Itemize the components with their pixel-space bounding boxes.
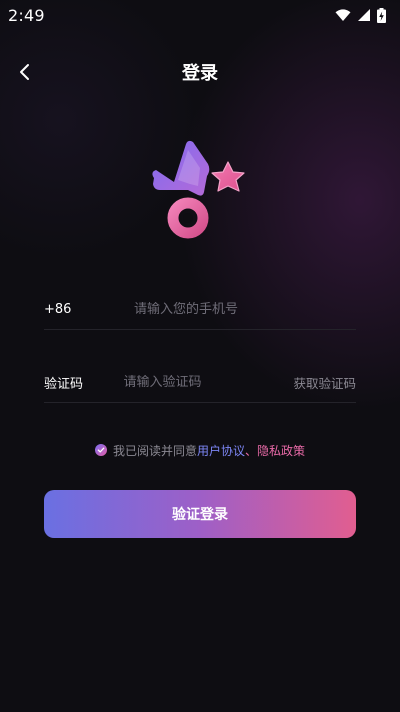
agreement-checkbox[interactable] bbox=[94, 444, 107, 456]
agreement-prefix: 我已阅读并同意 bbox=[112, 443, 197, 458]
agreement-separator: 、 bbox=[245, 443, 258, 458]
back-button[interactable] bbox=[8, 56, 40, 88]
verify-login-button[interactable]: 验证登录 bbox=[44, 490, 356, 538]
code-label: 验证码 bbox=[44, 377, 84, 392]
status-bar: 2:49 bbox=[0, 0, 400, 30]
country-code[interactable]: +86 bbox=[44, 302, 134, 317]
check-icon bbox=[97, 447, 105, 453]
nav-bar: 登录 bbox=[0, 52, 400, 92]
battery-charging-icon bbox=[377, 7, 386, 23]
app-logo-icon bbox=[152, 140, 245, 239]
back-arrow-icon bbox=[20, 64, 29, 80]
agreement-row: 我已阅读并同意 用户协议 、 隐私政策 bbox=[0, 438, 400, 462]
phone-input[interactable] bbox=[134, 302, 356, 317]
status-icons bbox=[335, 7, 386, 23]
background-glow bbox=[0, 0, 400, 712]
phone-row: +86 bbox=[44, 290, 356, 330]
user-agreement-link[interactable]: 用户协议 bbox=[197, 442, 245, 459]
code-input[interactable] bbox=[123, 375, 294, 390]
page-title: 登录 bbox=[182, 63, 218, 84]
code-row: 验证码 获取验证码 bbox=[44, 363, 356, 403]
status-time: 2:49 bbox=[8, 5, 45, 25]
get-code-button[interactable]: 获取验证码 bbox=[293, 373, 356, 392]
wifi-icon bbox=[335, 9, 351, 21]
privacy-policy-link[interactable]: 隐私政策 bbox=[257, 442, 305, 459]
signal-icon bbox=[358, 9, 370, 21]
